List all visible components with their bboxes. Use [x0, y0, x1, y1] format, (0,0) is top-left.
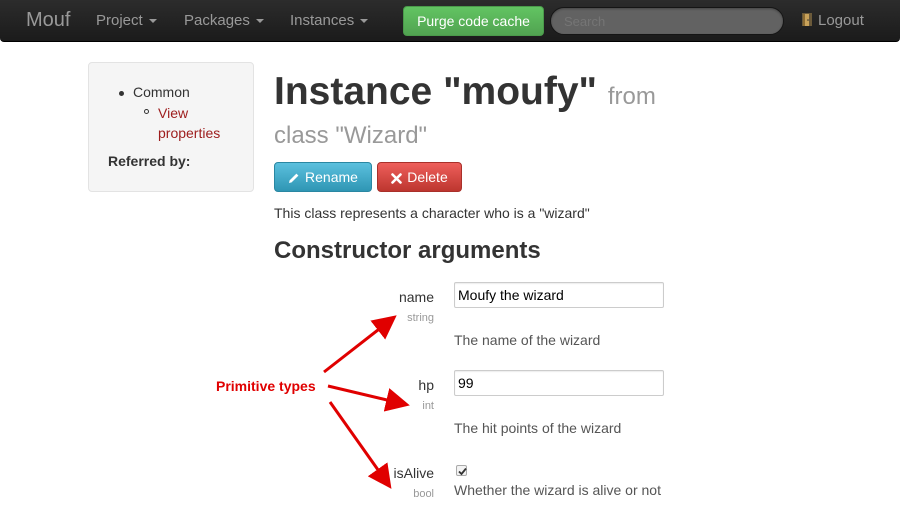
pencil-icon	[289, 173, 299, 183]
logout-label: Logout	[818, 12, 864, 29]
menu-packages[interactable]: Packages	[184, 12, 264, 29]
logout-link[interactable]: Logout	[800, 12, 864, 29]
view-properties-link[interactable]: View properties	[158, 103, 238, 143]
arg-name-label: name	[398, 289, 434, 305]
delete-button[interactable]: Delete	[377, 162, 462, 192]
chevron-down-icon	[255, 19, 264, 24]
referred-by-heading: Referred by:	[108, 153, 191, 169]
constructor-arguments-heading: Constructor arguments	[274, 237, 541, 264]
menu-packages-label: Packages	[184, 12, 250, 29]
arg-hp-input[interactable]	[454, 370, 664, 396]
sidebar: Common View properties Referred by:	[88, 62, 254, 192]
primitive-types-annotation: Primitive types	[216, 378, 316, 394]
from-label: from	[607, 83, 656, 110]
arrow-to-string	[323, 315, 397, 374]
checkmark-icon	[458, 467, 467, 476]
class-description: This class represents a character who is…	[274, 205, 590, 221]
sidebar-section-common: Common	[133, 84, 190, 100]
arg-isalive-checkbox[interactable]	[456, 465, 467, 476]
brand-logo[interactable]: Mouf	[26, 9, 70, 32]
arg-hp-help: The hit points of the wizard	[454, 420, 622, 436]
arg-name-input[interactable]	[454, 282, 664, 308]
rename-button[interactable]: Rename	[274, 162, 372, 192]
close-icon	[391, 173, 403, 184]
arg-name-type: string	[407, 312, 434, 324]
circle-bullet-icon	[144, 109, 149, 114]
page-title: Instance "moufy" from	[274, 70, 694, 119]
door-icon	[802, 13, 812, 26]
delete-label: Delete	[407, 169, 448, 185]
top-navbar: Mouf Project Packages Instances Purge co…	[0, 0, 900, 42]
arg-isalive-label: isAlive	[393, 465, 434, 481]
search-input[interactable]	[550, 7, 784, 35]
chevron-down-icon	[360, 19, 369, 24]
menu-project-label: Project	[96, 12, 143, 29]
arg-isalive-type: bool	[413, 488, 434, 500]
instance-name: Instance "moufy"	[274, 70, 598, 113]
bullet-icon	[119, 91, 124, 96]
class-subtitle: class "Wizard"	[274, 122, 428, 149]
menu-project[interactable]: Project	[96, 12, 157, 29]
rename-label: Rename	[305, 169, 358, 185]
chevron-down-icon	[148, 19, 157, 24]
arg-name-help: The name of the wizard	[454, 332, 601, 348]
purge-code-cache-button[interactable]: Purge code cache	[403, 6, 544, 36]
arg-hp-type: int	[422, 400, 434, 412]
menu-instances-label: Instances	[290, 12, 355, 29]
menu-instances[interactable]: Instances	[290, 12, 369, 29]
arg-isalive-help: Whether the wizard is alive or not	[454, 482, 661, 498]
